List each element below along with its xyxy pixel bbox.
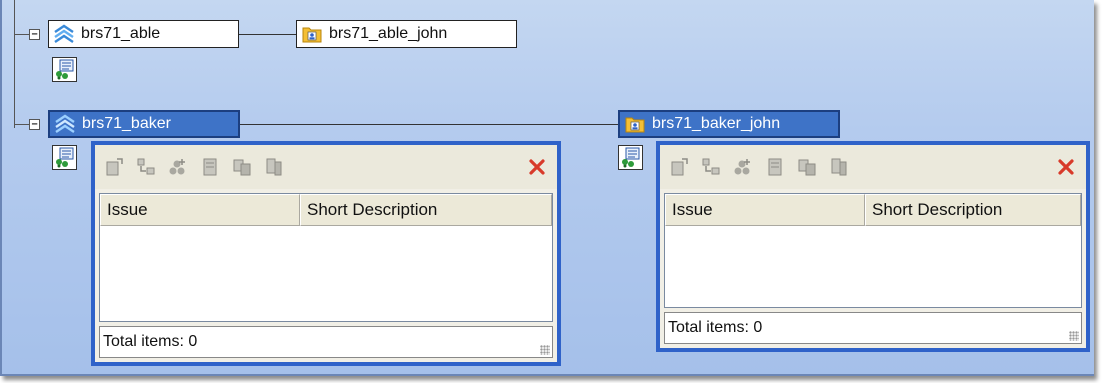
issue-list-icon[interactable] [618,145,643,170]
column-header-short-description[interactable]: Short Description [865,194,1081,226]
node-brs71-able[interactable]: brs71_able [48,20,239,48]
node-label: brs71_able [81,25,161,42]
table-header: Issue Short Description [100,194,552,226]
panel-toolbar [660,145,1086,189]
column-header-short-description[interactable]: Short Description [300,194,552,226]
copy-item-icon[interactable] [199,156,221,178]
tree-line [14,0,15,128]
issue-list-icon[interactable] [52,145,77,170]
duplicate-item-icon[interactable] [231,156,253,178]
collapse-able-button[interactable]: − [29,29,40,40]
export-item-icon[interactable] [828,156,850,178]
node-label: brs71_baker [82,115,171,132]
resize-grip-icon[interactable] [540,345,550,355]
column-header-issue[interactable]: Issue [100,194,300,226]
workspace-waves-icon [53,23,75,45]
node-brs71-baker[interactable]: brs71_baker [48,110,240,138]
total-items-status: Total items: 0 [664,312,1082,344]
link-items-icon[interactable] [732,156,754,178]
diagram-canvas: − − brs71_able brs71_able_john brs71_bak… [0,0,1094,376]
workspace-waves-icon [54,113,76,135]
issue-panel-baker-john: Issue Short Description Total items: 0 [656,141,1090,352]
close-x-icon[interactable] [1056,157,1076,177]
duplicate-item-icon[interactable] [796,156,818,178]
node-brs71-able-john[interactable]: brs71_able_john [296,20,517,48]
panel-toolbar [95,145,557,189]
node-brs71-baker-john[interactable]: brs71_baker_john [618,110,840,138]
export-item-icon[interactable] [263,156,285,178]
issue-table: Issue Short Description [99,193,553,322]
total-items-label: Total items: 0 [103,333,198,350]
move-item-icon[interactable] [135,156,157,178]
user-folder-icon [301,23,323,45]
column-header-issue[interactable]: Issue [665,194,865,226]
total-items-label: Total items: 0 [668,319,763,336]
total-items-status: Total items: 0 [99,326,553,358]
node-label: brs71_able_john [329,25,448,42]
tree-line [14,124,29,125]
issue-table: Issue Short Description [664,193,1082,308]
issue-list-icon[interactable] [52,57,77,82]
close-x-icon[interactable] [527,157,547,177]
resize-grip-icon[interactable] [1069,331,1079,341]
link-items-icon[interactable] [167,156,189,178]
connector-able [238,34,296,35]
copy-item-icon[interactable] [764,156,786,178]
issue-panel-baker: Issue Short Description Total items: 0 [91,141,561,366]
collapse-baker-button[interactable]: − [29,119,40,130]
table-header: Issue Short Description [665,194,1081,226]
connector-baker [240,124,618,125]
node-label: brs71_baker_john [652,115,781,132]
user-folder-icon [624,113,646,135]
add-item-icon[interactable] [103,156,125,178]
tree-line [14,34,29,35]
add-item-icon[interactable] [668,156,690,178]
move-item-icon[interactable] [700,156,722,178]
